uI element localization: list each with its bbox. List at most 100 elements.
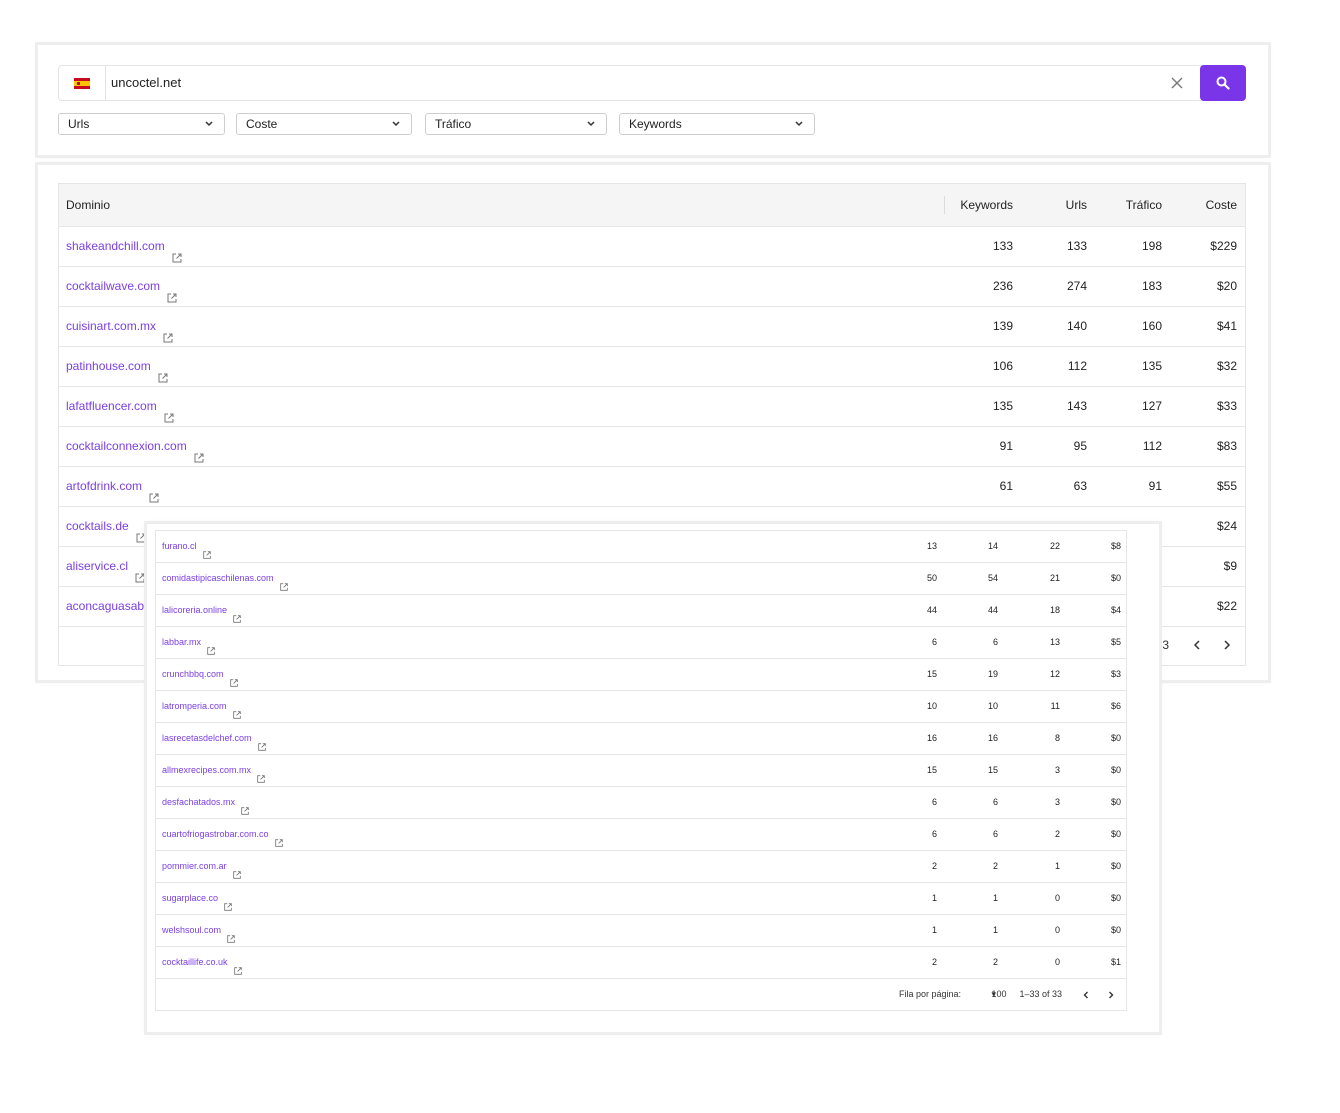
filter-trafico-select[interactable]: Tráfico <box>425 113 607 135</box>
external-link-icon[interactable] <box>134 561 146 582</box>
domain-link[interactable]: lasrecetasdelchef.com <box>162 723 267 754</box>
table-row: lasrecetasdelchef.com 16 16 8 $0 <box>156 723 1126 755</box>
traffic-cell: 21 <box>1049 573 1060 583</box>
external-link-icon[interactable] <box>233 958 243 975</box>
domain-link[interactable]: patinhouse.com <box>66 347 169 386</box>
domain-link[interactable]: artofdrink.com <box>66 467 160 506</box>
domain-link[interactable]: sugarplace.co <box>162 883 233 914</box>
keywords-cell: 1 <box>931 925 937 935</box>
domain-link[interactable]: latromperia.com <box>162 691 242 722</box>
external-link-icon[interactable] <box>279 574 289 591</box>
urls-cell: 16 <box>987 733 998 743</box>
cost-cell: $33 <box>1216 399 1237 413</box>
prev-page-icon[interactable] <box>1191 639 1203 651</box>
keywords-cell: 6 <box>931 829 937 839</box>
external-link-icon[interactable] <box>157 361 169 382</box>
domain-name: cocktails.de <box>66 519 129 533</box>
domain-link[interactable]: cuisinart.com.mx <box>66 307 174 346</box>
header-coste[interactable]: Coste <box>1177 184 1237 226</box>
pagination-range-fragment: 3 <box>1162 638 1169 652</box>
domain-name: latromperia.com <box>162 701 227 711</box>
search-button[interactable] <box>1200 65 1246 101</box>
domain-name: desfachatados.mx <box>162 797 236 807</box>
filter-label: Tráfico <box>435 117 472 131</box>
overlay-pagination: Fila por página: 100 ▾ 1–33 of 33 <box>156 979 1126 1010</box>
external-link-icon[interactable] <box>206 638 216 655</box>
traffic-cell: 2 <box>1054 829 1060 839</box>
filter-keywords-select[interactable]: Keywords <box>619 113 815 135</box>
external-link-icon[interactable] <box>232 862 242 879</box>
filter-coste-select[interactable]: Coste <box>236 113 412 135</box>
filter-label: Coste <box>246 117 278 131</box>
domain-name: cuisinart.com.mx <box>66 319 157 333</box>
domain-link[interactable]: furano.cl <box>162 531 212 562</box>
domain-link[interactable]: shakeandchill.com <box>66 227 183 266</box>
urls-cell: 44 <box>987 605 998 615</box>
external-link-icon[interactable] <box>232 702 242 719</box>
domain-link[interactable]: lafatfluencer.com <box>66 387 175 426</box>
domain-link[interactable]: cocktaillife.co.uk <box>162 947 243 978</box>
cost-cell: $4 <box>1110 605 1121 615</box>
header-urls[interactable]: Urls <box>1027 184 1087 226</box>
cost-cell: $1 <box>1110 957 1121 967</box>
table-row: patinhouse.com 106 112 135 $32 <box>59 347 1245 387</box>
cost-cell: $229 <box>1210 239 1237 253</box>
domain-link[interactable]: labbar.mx <box>162 627 216 658</box>
external-link-icon[interactable] <box>163 401 175 422</box>
urls-cell: 274 <box>1066 279 1087 293</box>
search-input[interactable]: uncoctel.net <box>111 66 181 100</box>
domain-link[interactable]: welshsoul.com <box>162 915 236 946</box>
rows-per-page-label: Fila por página: <box>898 989 961 999</box>
traffic-cell: 91 <box>1148 479 1162 493</box>
domain-link[interactable]: cocktailwave.com <box>66 267 178 306</box>
next-page-icon[interactable] <box>1221 639 1233 651</box>
external-link-icon[interactable] <box>274 830 284 847</box>
external-link-icon[interactable] <box>148 481 160 502</box>
domain-link[interactable]: lalicoreria.online <box>162 595 242 626</box>
domain-link[interactable]: pommier.com.ar <box>162 851 242 882</box>
external-link-icon[interactable] <box>202 542 212 559</box>
header-trafico[interactable]: Tráfico <box>1102 184 1162 226</box>
traffic-cell: 183 <box>1141 279 1162 293</box>
external-link-icon[interactable] <box>226 926 236 943</box>
external-link-icon[interactable] <box>240 798 250 815</box>
urls-cell: 54 <box>987 573 998 583</box>
external-link-icon[interactable] <box>256 766 266 783</box>
next-page-icon[interactable] <box>1106 990 1116 1000</box>
external-link-icon[interactable] <box>232 606 242 623</box>
domain-link[interactable]: aliservice.cl <box>66 547 146 586</box>
domain-link[interactable]: cocktails.de <box>66 507 147 546</box>
external-link-icon[interactable] <box>166 281 178 302</box>
external-link-icon[interactable] <box>193 441 205 462</box>
filter-urls-select[interactable]: Urls <box>58 113 225 135</box>
domain-link[interactable]: crunchbbq.com <box>162 659 239 690</box>
external-link-icon[interactable] <box>223 894 233 911</box>
external-link-icon[interactable] <box>171 241 183 262</box>
domain-link[interactable]: comidastipicaschilenas.com <box>162 563 289 594</box>
external-link-icon[interactable] <box>135 521 147 542</box>
keywords-cell: 6 <box>931 797 937 807</box>
domain-name: cocktailwave.com <box>66 279 161 293</box>
external-link-icon[interactable] <box>229 670 239 687</box>
overlay-results-card: furano.cl 13 14 22 $8 comidastipicaschilenas.… <box>147 524 1159 1032</box>
urls-cell: 63 <box>1073 479 1087 493</box>
country-selector[interactable] <box>59 66 106 100</box>
domain-name: lasrecetasdelchef.com <box>162 733 252 743</box>
table-row: cuisinart.com.mx 139 140 160 $41 <box>59 307 1245 347</box>
prev-page-icon[interactable] <box>1081 990 1091 1000</box>
header-keywords[interactable]: Keywords <box>933 184 1013 226</box>
keywords-cell: 91 <box>999 439 1013 453</box>
header-dominio[interactable]: Dominio <box>66 184 110 226</box>
traffic-cell: 3 <box>1054 765 1060 775</box>
close-icon[interactable] <box>1169 75 1185 91</box>
external-link-icon[interactable] <box>257 734 267 751</box>
rows-per-page-select[interactable]: 100 ▾ <box>991 979 1006 1010</box>
cost-cell: $0 <box>1110 829 1121 839</box>
external-link-icon[interactable] <box>162 321 174 342</box>
traffic-cell: 11 <box>1050 701 1060 711</box>
domain-link[interactable]: allmexrecipes.com.mx <box>162 755 266 786</box>
domain-link[interactable]: desfachatados.mx <box>162 787 250 818</box>
domain-link[interactable]: cocktailconnexion.com <box>66 427 205 466</box>
domain-link[interactable]: cuartofriogastrobar.com.co <box>162 819 284 850</box>
table-row: lalicoreria.online 44 44 18 $4 <box>156 595 1126 627</box>
